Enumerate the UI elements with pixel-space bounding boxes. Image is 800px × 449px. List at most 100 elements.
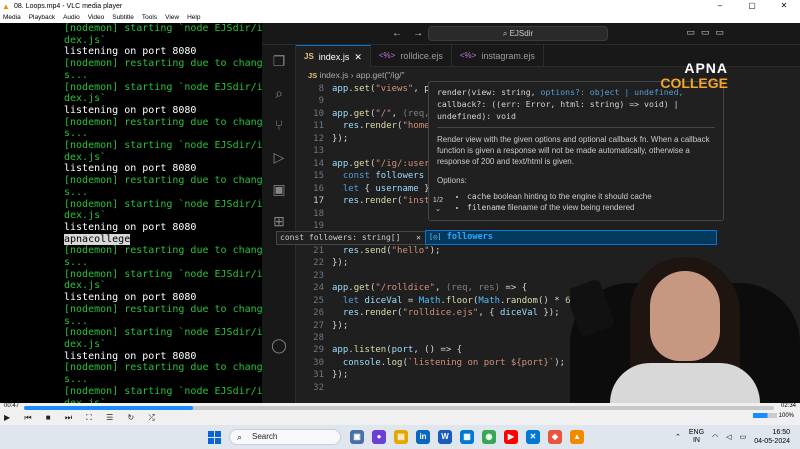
video-area[interactable]: [nodemon] starting `node EJSdir/in dex.js…	[0, 23, 800, 403]
code-token: res	[342, 121, 360, 132]
volume-bar[interactable]	[752, 413, 777, 418]
account-icon[interactable]: ◯	[271, 337, 287, 353]
code-token: "home	[402, 121, 430, 132]
code-token: render	[364, 121, 398, 132]
explorer-icon[interactable]: ❐	[271, 53, 287, 69]
breadcrumb-symbol[interactable]: app.get("/ig/"	[356, 70, 405, 80]
terminal-line: [nodemon] restarting due to change	[64, 303, 262, 315]
taskbar-app-icon[interactable]: ▦	[460, 430, 474, 444]
chevron-up-icon[interactable]: ⌃	[675, 433, 681, 441]
extensions-icon[interactable]: ⊞	[271, 213, 287, 229]
taskbar-app-icon[interactable]: ▶	[504, 430, 518, 444]
code-line: 12});	[296, 133, 348, 145]
tab-instagram-ejs[interactable]: <%> instagram.ejs	[452, 45, 544, 67]
line-number: 32	[313, 382, 324, 393]
clock-date: 04-05-2024	[754, 438, 790, 445]
code-token: "/rolldice"	[375, 283, 435, 294]
source-control-icon[interactable]: ⑂	[271, 117, 287, 133]
seek-bar[interactable]	[24, 406, 774, 410]
volume-control[interactable]: 100%	[752, 413, 794, 419]
taskbar-app-icon[interactable]: ▤	[394, 430, 408, 444]
sig-part: undefined): void	[437, 111, 516, 121]
taskbar-search[interactable]: ⌕ Search	[229, 429, 341, 445]
menu-media[interactable]: Media	[3, 14, 21, 21]
minimize-button[interactable]: –	[704, 0, 736, 12]
suggestion-item[interactable]: [◎] followers	[425, 230, 717, 245]
taskbar-app-icon[interactable]: W	[438, 430, 452, 444]
logo-line-1: APNA	[684, 60, 728, 76]
doc-options-list: cache boolean hinting to the engine it s…	[437, 191, 715, 213]
breadcrumb-file[interactable]: index.js	[320, 70, 349, 80]
forward-arrow-icon[interactable]: →	[413, 28, 423, 39]
suggestion-label: followers	[446, 232, 493, 242]
run-debug-icon[interactable]: ▷	[271, 149, 287, 165]
back-arrow-icon[interactable]: ←	[392, 28, 402, 39]
terminal-output: [nodemon] starting `node EJSdir/in dex.js…	[0, 23, 262, 403]
tab-index-js[interactable]: JS index.js ✕	[296, 45, 371, 67]
taskbar-app-icon[interactable]: ◉	[482, 430, 496, 444]
presenter-video	[570, 253, 800, 403]
menu-help[interactable]: Help	[187, 14, 200, 21]
line-number: 16	[313, 183, 324, 194]
command-search[interactable]: ⌕ EJSdir	[428, 26, 608, 41]
battery-icon[interactable]: ▭	[740, 433, 747, 441]
tab-rolldice-ejs[interactable]: <%> rolldice.ejs	[371, 45, 452, 67]
line-number: 31	[313, 370, 324, 381]
layout-icons[interactable]: ▭▭▭	[686, 27, 730, 38]
ejs-file-icon: <%>	[459, 51, 477, 60]
code-token: );	[429, 245, 441, 256]
terminal-line: [nodemon] restarting due to change	[64, 362, 262, 374]
menu-tools[interactable]: Tools	[142, 14, 157, 21]
code-line: 10 app.get("/", (req,	[296, 108, 429, 120]
taskbar-app-icon[interactable]: ✕	[526, 430, 540, 444]
code-line: 26 res.render("rolldice.ejs", { diceVal …	[296, 307, 559, 319]
line-number: 21	[313, 245, 324, 256]
menu-subtitle[interactable]: Subtitle	[112, 14, 134, 21]
terminal-line: listening on port 8080	[64, 163, 197, 175]
terminal-line: listening on port 8080	[64, 221, 197, 233]
clock[interactable]: 16:50 04-05-2024	[754, 428, 790, 446]
doc-options-label: Options:	[437, 176, 467, 185]
overload-counter[interactable]: 1/2 ⌄	[428, 195, 448, 213]
taskbar-app-icon[interactable]: ▣	[350, 430, 364, 444]
code-line: 32	[296, 382, 332, 394]
line-number: 30	[313, 357, 324, 368]
option-text: filename of the view being rendered	[505, 203, 635, 212]
menu-view[interactable]: View	[165, 14, 179, 21]
menu-video[interactable]: Video	[88, 14, 105, 21]
line-number: 28	[313, 333, 324, 343]
code-line: 15 const followers	[296, 170, 424, 182]
taskbar-app-icon[interactable]: ◆	[548, 430, 562, 444]
language-indicator[interactable]: ENG IN	[689, 429, 704, 445]
tab-close-icon[interactable]: ✕	[354, 46, 362, 67]
menu-playback[interactable]: Playback	[29, 14, 55, 21]
code-line: 9	[296, 95, 332, 107]
playback-buttons[interactable]: ▶ ⏮ ■ ⏭ ⛶ ☰ ↻ ⤮	[4, 413, 161, 423]
remote-icon[interactable]: ▣	[271, 181, 287, 197]
taskbar-app-icon[interactable]: ●	[372, 430, 386, 444]
elapsed-time: 00:47	[4, 403, 20, 409]
close-button[interactable]: ✕	[768, 0, 800, 12]
taskbar-app-icon[interactable]: in	[416, 430, 430, 444]
menu-audio[interactable]: Audio	[63, 14, 80, 21]
line-number: 17	[313, 196, 324, 207]
windows-start-icon[interactable]	[208, 431, 221, 444]
window-controls: – ▢ ✕	[704, 0, 800, 12]
taskbar-app-icon[interactable]: ▲	[570, 430, 584, 444]
terminal-line: dex.js`	[64, 280, 107, 292]
code-token: `listening on port ${port}`	[407, 357, 555, 368]
volume-icon[interactable]: ◁	[726, 433, 731, 441]
terminal-line: [nodemon] starting `node EJSdir/in	[64, 140, 262, 152]
terminal-line: s...	[64, 69, 89, 81]
maximize-button[interactable]: ▢	[736, 0, 768, 12]
wifi-icon[interactable]: ◠	[712, 433, 718, 441]
terminal-line: [nodemon] starting `node EJSdir/in	[64, 198, 262, 210]
terminal-line: s...	[64, 128, 89, 140]
close-icon[interactable]: ✕	[416, 232, 421, 244]
search-icon[interactable]: ⌕	[271, 85, 287, 101]
counter-text: 1/2	[432, 195, 444, 204]
code-token: res	[342, 245, 360, 256]
vlc-cone-icon: ▲	[2, 1, 10, 11]
